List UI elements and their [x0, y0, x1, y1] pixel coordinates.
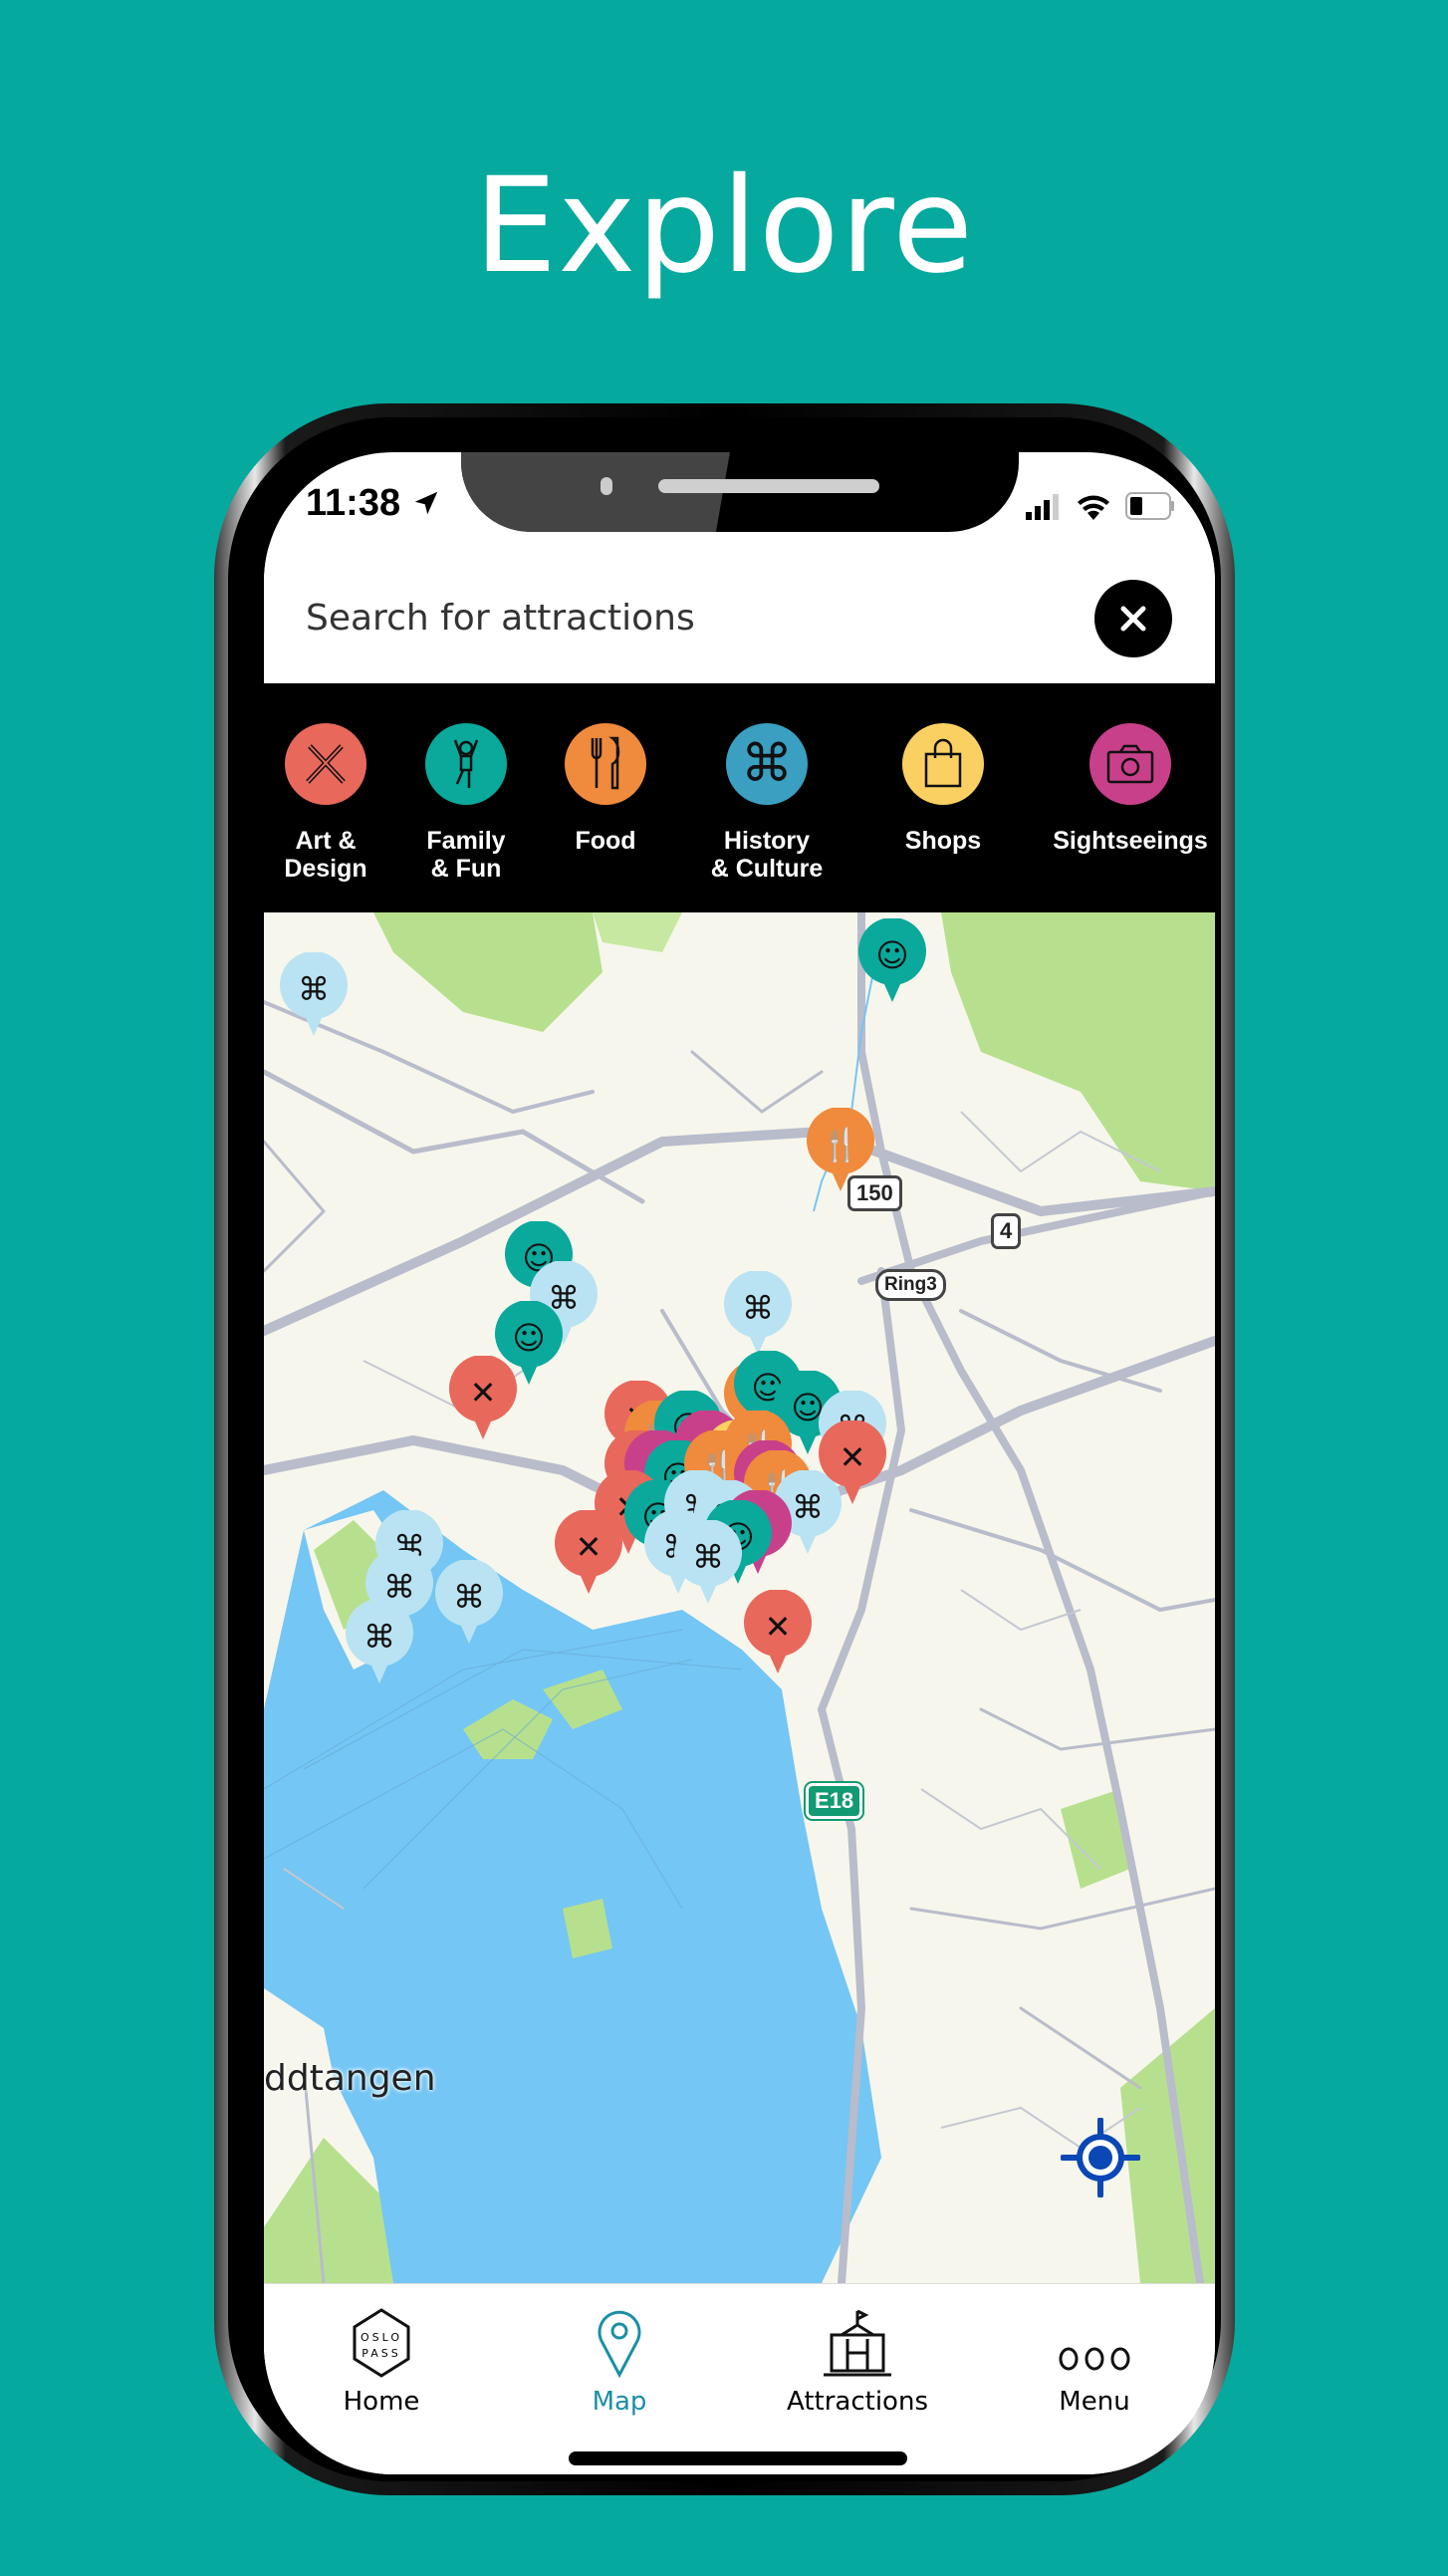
- child-jumping-icon: [425, 723, 507, 805]
- locate-me-icon: [1060, 2117, 1141, 2198]
- oslo-pass-icon: OSLO PASS: [353, 2308, 410, 2378]
- svg-text:⌘: ⌘: [742, 1289, 774, 1327]
- category-shops[interactable]: Shops: [858, 723, 1028, 855]
- signal-icon: [1026, 494, 1059, 520]
- nav-menu[interactable]: Menu: [995, 2299, 1194, 2417]
- place-label: ddtangen: [264, 2058, 436, 2099]
- svg-text:☺: ☺: [875, 936, 908, 974]
- close-icon: [1120, 606, 1146, 632]
- attraction-pin-pencil-brush[interactable]: ✕: [553, 1508, 624, 1596]
- attraction-pin-history-culture[interactable]: ⌘: [278, 950, 350, 1038]
- attraction-pin-pencil-brush[interactable]: ✕: [817, 1418, 888, 1506]
- more-dots-icon: [1059, 2347, 1130, 2371]
- map-pin-icon: [598, 2310, 641, 2379]
- fork-knife-icon: [565, 723, 646, 805]
- svg-text:✕: ✕: [576, 1528, 603, 1566]
- attraction-pin-pencil-brush[interactable]: ✕: [447, 1354, 519, 1441]
- attraction-pin-pencil-brush[interactable]: ✕: [742, 1588, 814, 1675]
- search-bar: [264, 547, 1215, 683]
- svg-text:🍴: 🍴: [821, 1126, 860, 1163]
- road-shield-ring3: Ring3: [875, 1269, 946, 1301]
- home-indicator: [569, 2451, 907, 2465]
- shopping-bag-icon: [902, 723, 984, 805]
- page-headline: Explore: [473, 149, 975, 303]
- phone-frame: 11:38 Art & Design Family & Fun: [214, 403, 1235, 2495]
- svg-text:OSLO: OSLO: [361, 2331, 402, 2344]
- search-input[interactable]: [304, 587, 1085, 648]
- bottom-nav: OSLO PASS Home Map Attractions Menu: [264, 2283, 1215, 2474]
- close-search-button[interactable]: [1094, 580, 1172, 657]
- status-icons: [1026, 492, 1175, 520]
- locate-me-button[interactable]: [1060, 2117, 1141, 2198]
- category-filter-bar: Art & Design Family & Fun Food ⌘ History…: [264, 683, 1215, 912]
- attraction-pin-history-culture[interactable]: ⌘: [433, 1558, 505, 1646]
- attraction-pin-history-culture[interactable]: ⌘: [344, 1598, 415, 1685]
- location-arrow-icon: [414, 491, 437, 515]
- wifi-icon: [1078, 495, 1109, 520]
- pencil-brush-icon: [285, 723, 366, 805]
- svg-text:✕: ✕: [840, 1438, 866, 1476]
- attraction-pin-child-jumping[interactable]: ☺: [856, 916, 928, 1004]
- svg-text:✕: ✕: [470, 1374, 497, 1412]
- svg-text:⌘: ⌘: [298, 970, 330, 1008]
- status-time: 11:38: [306, 482, 441, 525]
- attraction-pin-history-culture[interactable]: ⌘: [672, 1518, 744, 1606]
- svg-text:⌘: ⌘: [692, 1538, 724, 1576]
- app-screen: 11:38 Art & Design Family & Fun: [264, 452, 1215, 2474]
- nav-map[interactable]: Map: [520, 2299, 719, 2417]
- road-shield-4: 4: [991, 1213, 1022, 1249]
- nav-home[interactable]: OSLO PASS Home: [282, 2299, 481, 2417]
- svg-text:☺: ☺: [512, 1319, 545, 1357]
- map-view[interactable]: 150 4 Ring3 E18 ddtangen ⌘☺🍴☺⌘☺✕⌘✕🍴☺🍴☺☺⌘…: [264, 912, 1215, 2283]
- category-history-culture[interactable]: ⌘ History & Culture: [682, 723, 851, 883]
- category-food[interactable]: Food: [521, 723, 690, 855]
- category-sightseeings[interactable]: Sightseeings: [1046, 723, 1215, 855]
- svg-text:✕: ✕: [765, 1608, 792, 1646]
- svg-text:⌘: ⌘: [363, 1618, 395, 1656]
- svg-text:PASS: PASS: [362, 2347, 400, 2360]
- svg-text:⌘: ⌘: [453, 1578, 485, 1616]
- battery-icon: [1125, 492, 1174, 520]
- command-knot-icon: ⌘: [726, 723, 808, 805]
- notch: [461, 452, 1019, 532]
- camera-icon: [1089, 723, 1171, 805]
- building-icon: [824, 2309, 891, 2377]
- road-shield-e18: E18: [806, 1783, 863, 1819]
- attraction-pin-history-culture[interactable]: ⌘: [722, 1269, 794, 1357]
- nav-attractions[interactable]: Attractions: [758, 2299, 957, 2417]
- attraction-pin-fork-knife[interactable]: 🍴: [805, 1106, 876, 1193]
